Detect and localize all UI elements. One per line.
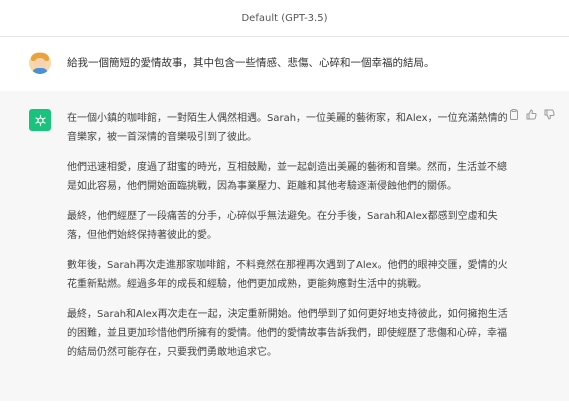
assistant-message: 在一個小鎮的咖啡館，一對陌生人偶然相遇。Sarah，一位美麗的藝術家，和Alex…	[0, 91, 569, 402]
answer-paragraph: 他們迅速相愛，度過了甜蜜的時光，互相鼓勵，並一起創造出美麗的藝術和音樂。然而，生…	[67, 162, 507, 192]
assistant-answer: 在一個小鎮的咖啡館，一對陌生人偶然相遇。Sarah，一位美麗的藝術家，和Alex…	[67, 109, 515, 373]
page-bottom	[0, 401, 569, 419]
answer-paragraph: 最終，Sarah和Alex再次走在一起，決定重新開始。他們學到了如何更好地支持彼…	[67, 309, 508, 358]
answer-paragraph: 在一個小鎮的咖啡館，一對陌生人偶然相遇。Sarah，一位美麗的藝術家，和Alex…	[67, 113, 508, 143]
message-actions	[509, 109, 555, 120]
answer-paragraph: 數年後，Sarah再次走進那家咖啡館，不料竟然在那裡再次遇到了Alex。他們的眼…	[67, 260, 508, 290]
clipboard-icon[interactable]	[509, 109, 519, 120]
user-prompt-text: 給我一個簡短的愛情故事，其中包含一些情感、悲傷、心碎和一個幸福的結局。	[67, 57, 435, 69]
user-avatar	[29, 52, 51, 74]
model-title[interactable]: Default (GPT-3.5)	[241, 13, 327, 24]
model-header: Default (GPT-3.5)	[0, 0, 569, 37]
user-message: 給我一個簡短的愛情故事，其中包含一些情感、悲傷、心碎和一個幸福的結局。	[0, 37, 569, 92]
thumbs-down-icon[interactable]	[544, 109, 555, 120]
openai-logo-icon	[29, 109, 51, 131]
thumbs-up-icon[interactable]	[526, 109, 537, 120]
answer-paragraph: 最終，他們經歷了一段痛苦的分手，心碎似乎無法避免。在分手後，Sarah和Alex…	[67, 211, 498, 241]
